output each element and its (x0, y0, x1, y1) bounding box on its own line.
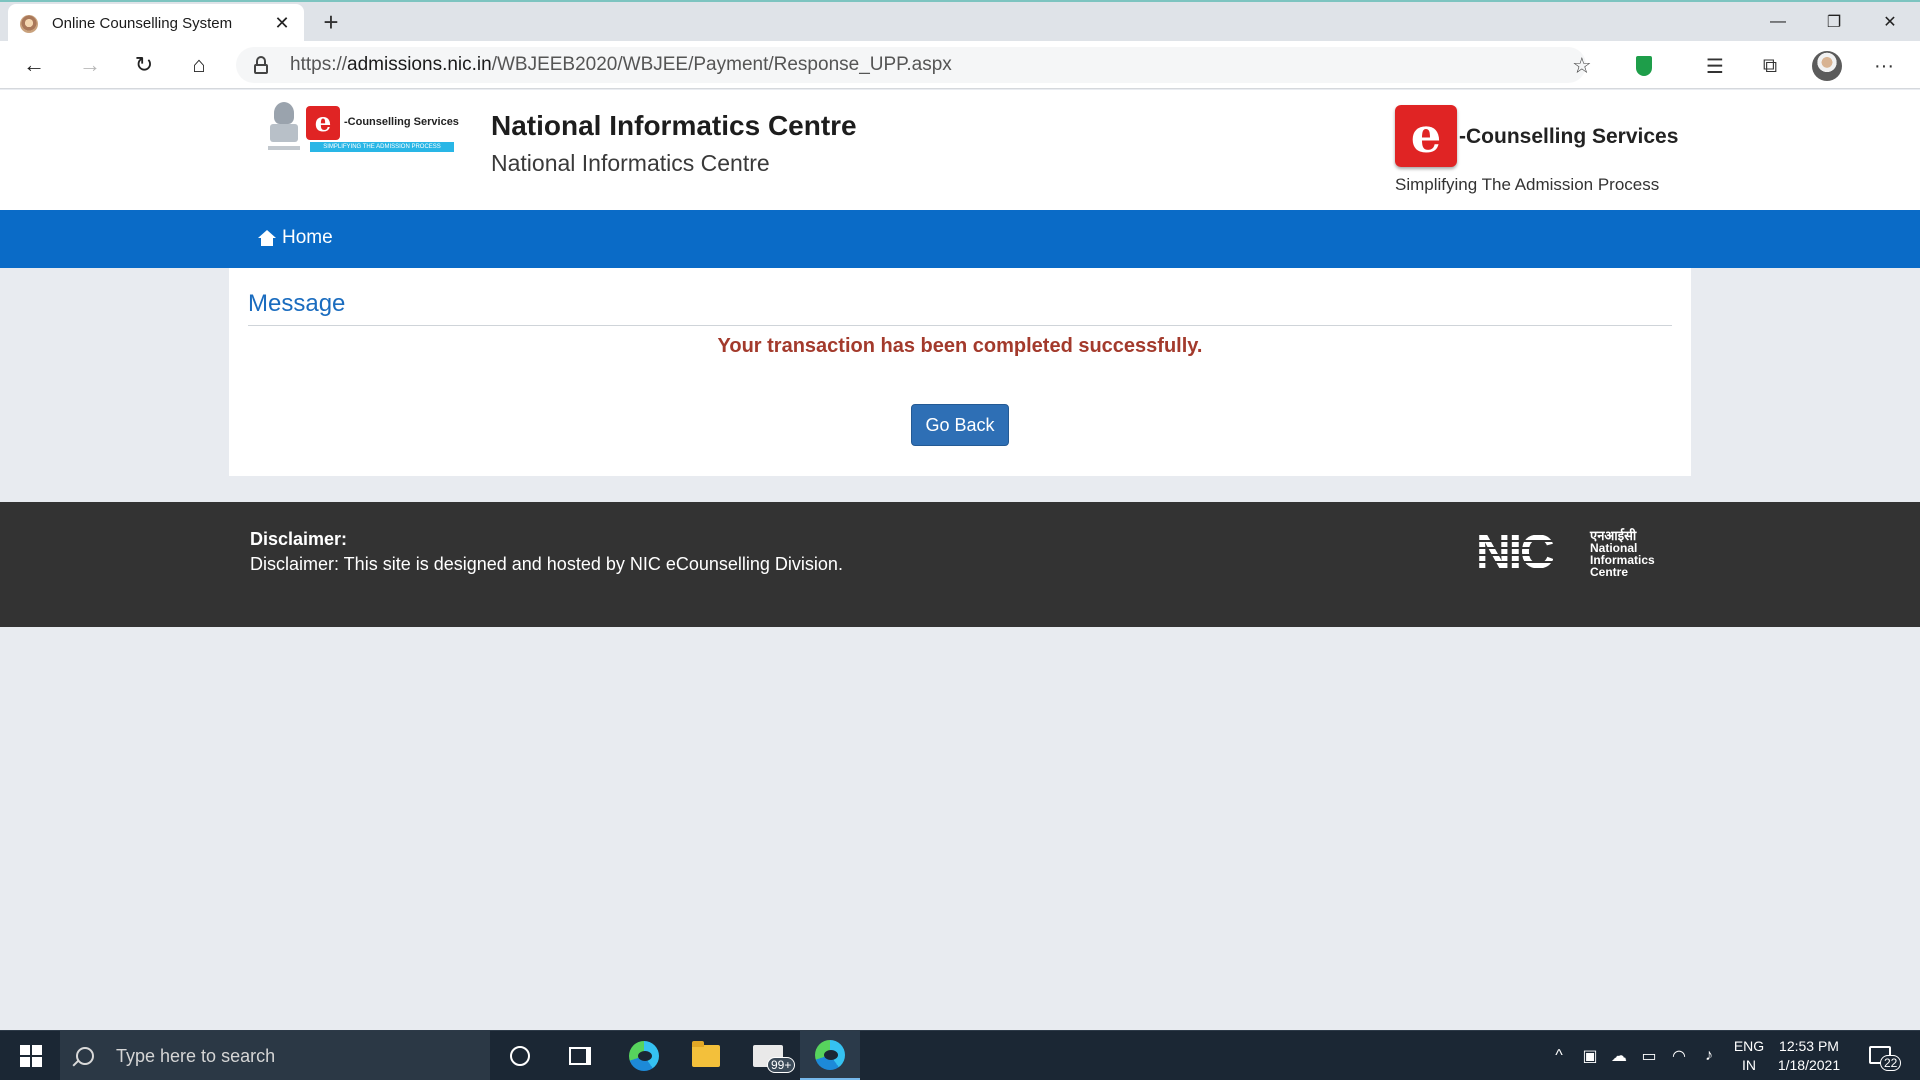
nic-english-text: National Informatics Centre (1590, 542, 1655, 578)
page-viewport: e -Counselling Services SIMPLIFYING THE … (0, 90, 1920, 1030)
nic-line-3: Centre (1590, 565, 1629, 579)
tab-title: Online Counselling System (52, 15, 233, 32)
battery-icon[interactable]: ▭ (1636, 1031, 1662, 1080)
file-explorer-icon[interactable] (676, 1031, 736, 1080)
home-icon (258, 230, 276, 246)
tab-close-icon[interactable]: ✕ (272, 13, 292, 34)
small-logo-tagline: SIMPLIFYING THE ADMISSION PROCESS (310, 142, 454, 152)
extension-shield-icon[interactable] (1627, 49, 1661, 83)
language-code: ENG (1733, 1038, 1765, 1054)
window-close-button[interactable]: ✕ (1862, 4, 1918, 40)
disclaimer-text: Disclaimer: This site is designed and ho… (250, 554, 843, 574)
wifi-icon[interactable]: ◠ (1666, 1031, 1692, 1080)
show-hidden-icons-icon[interactable]: ^ (1546, 1031, 1572, 1080)
success-message: Your transaction has been completed succ… (717, 335, 1203, 357)
address-bar[interactable]: https://admissions.nic.in/WBJEEB2020/WBJ… (236, 47, 1586, 83)
favorite-star-icon[interactable]: ☆ (1572, 53, 1592, 79)
main-nav-bar: Home (0, 210, 1920, 268)
refresh-icon[interactable]: ↻ (126, 47, 162, 83)
panel-divider (248, 325, 1672, 326)
big-logo-name: -Counselling Services (1459, 125, 1679, 148)
url-host: admissions.nic.in (347, 54, 492, 75)
task-view-icon[interactable] (550, 1031, 610, 1080)
notification-count: 22 (1880, 1055, 1902, 1071)
e-logo-icon: e (1395, 105, 1457, 167)
volume-icon[interactable]: ♪ (1696, 1031, 1722, 1080)
language-indicator[interactable]: ENG IN (1732, 1037, 1766, 1075)
taskbar-clock[interactable]: 12:53 PM 1/18/2021 (1772, 1037, 1846, 1075)
url-scheme: https:// (290, 54, 348, 75)
home-icon[interactable]: ⌂ (181, 47, 217, 83)
browser-tab-bar: Online Counselling System ✕ + — ❐ ✕ (0, 0, 1920, 43)
search-icon (76, 1047, 94, 1065)
e-logo-icon: e (306, 106, 340, 140)
small-logo-name: -Counselling Services (344, 116, 459, 128)
panel-title: Message (248, 290, 346, 317)
minimize-button[interactable]: — (1750, 4, 1806, 40)
ecounselling-big-logo: e -Counselling Services Simplifying The … (1395, 105, 1685, 195)
org-subtitle: National Informatics Centre (491, 150, 770, 176)
nav-home-label: Home (282, 227, 333, 248)
go-back-button[interactable]: Go Back (911, 404, 1009, 446)
onedrive-icon[interactable]: ☁ (1606, 1031, 1632, 1080)
site-footer: Disclaimer: Disclaimer: This site is des… (0, 502, 1920, 627)
mail-icon[interactable]: 99+ (738, 1031, 798, 1080)
org-title: National Informatics Centre (491, 110, 857, 141)
clock-time: 12:53 PM (1779, 1038, 1839, 1054)
browser-toolbar: ← → ↻ ⌂ https://admissions.nic.in/WBJEEB… (0, 41, 1920, 89)
notification-center-icon[interactable]: 22 (1866, 1041, 1902, 1071)
region-code: IN (1742, 1057, 1756, 1073)
big-logo-tagline: Simplifying The Admission Process (1395, 175, 1660, 194)
mail-badge: 99+ (767, 1057, 796, 1073)
edge-active-window-icon[interactable] (800, 1031, 860, 1080)
maximize-button[interactable]: ❐ (1806, 4, 1862, 40)
nic-logo: NIC एनआईसी National Informatics Centre (1476, 526, 1666, 579)
message-panel: Message Your transaction has been comple… (229, 268, 1691, 476)
disclaimer-title: Disclaimer: (250, 529, 348, 549)
cortana-icon[interactable] (490, 1031, 550, 1080)
edge-taskbar-icon[interactable] (614, 1031, 674, 1080)
nic-wordmark: NIC (1476, 526, 1555, 579)
ecounselling-small-logo: e -Counselling Services SIMPLIFYING THE … (306, 106, 459, 154)
taskbar-search-box[interactable]: Type here to search (60, 1031, 490, 1080)
meet-now-icon[interactable]: ▣ (1578, 1031, 1602, 1080)
site-header: e -Counselling Services SIMPLIFYING THE … (0, 90, 1920, 210)
site-favicon-icon (20, 14, 38, 33)
back-arrow-icon[interactable]: ← (16, 47, 52, 83)
url-path: /WBJEEB2020/WBJEE/Payment/Response_UPP.a… (491, 54, 952, 75)
profile-avatar[interactable] (1810, 49, 1844, 83)
windows-start-icon[interactable] (10, 1043, 52, 1069)
more-options-icon[interactable]: ··· (1867, 49, 1901, 83)
search-placeholder: Type here to search (116, 1045, 276, 1066)
clock-date: 1/18/2021 (1777, 1057, 1841, 1073)
new-tab-button[interactable]: + (316, 7, 346, 38)
national-emblem-icon (268, 102, 300, 154)
nav-home-link[interactable]: Home (258, 227, 333, 249)
forward-arrow-icon[interactable]: → (72, 47, 108, 83)
collections-icon[interactable]: ⧉ (1753, 49, 1787, 83)
windows-taskbar: Type here to search 99+ ^ ▣ ☁ ▭ ◠ ♪ ENG … (0, 1030, 1920, 1080)
lock-icon[interactable] (254, 56, 268, 74)
browser-tab[interactable]: Online Counselling System ✕ (8, 4, 304, 43)
favorites-icon[interactable]: ☰ (1698, 49, 1732, 83)
